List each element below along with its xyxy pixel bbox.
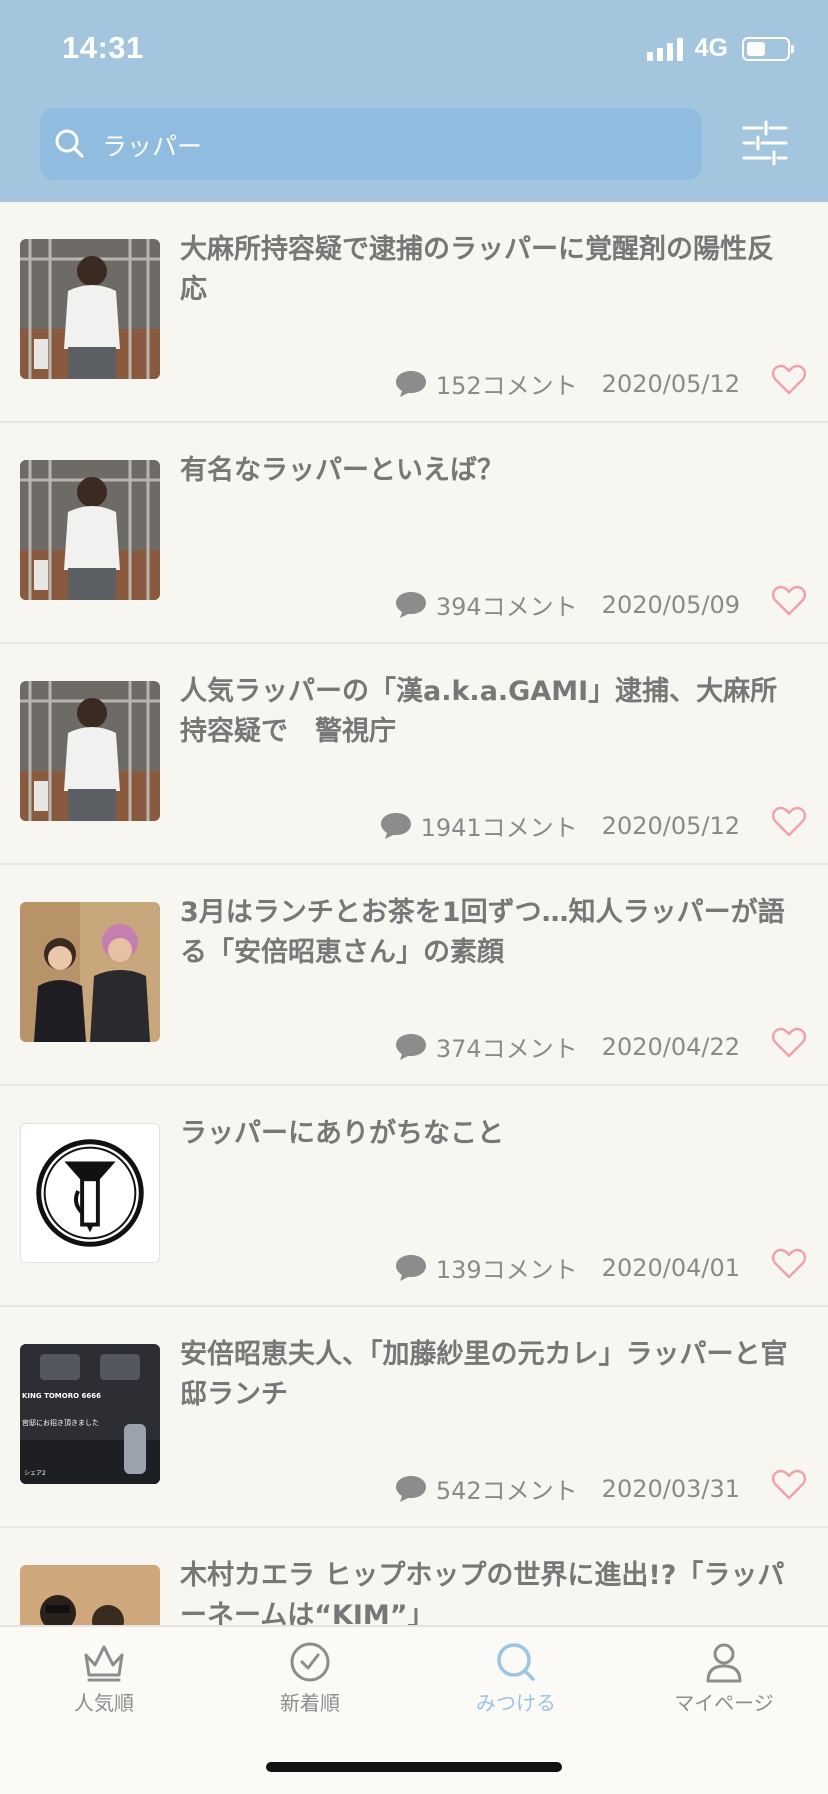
article-thumbnail[interactable]: KING TOMORO 6666 官邸にお招き頂きました シェア2 <box>20 1344 160 1484</box>
list-item[interactable]: 大麻所持容疑で逮捕のラッパーに覚醒剤の陽性反応 152コメント 2020/05/… <box>0 202 828 423</box>
heart-icon[interactable] <box>772 585 806 617</box>
article-thumbnail[interactable] <box>20 681 160 821</box>
comment-icon <box>380 812 411 839</box>
heart-icon[interactable] <box>772 1469 806 1501</box>
search-icon <box>55 129 84 158</box>
article-title[interactable]: 大麻所持容疑で逮捕のラッパーに覚醒剤の陽性反応 <box>180 230 800 310</box>
article-title[interactable]: 3月はランチとお茶を1回ずつ…知人ラッパーが語る「安倍昭恵さん」の素顔 <box>180 893 800 973</box>
article-title[interactable]: ラッパーにありがちなこと <box>180 1114 800 1154</box>
comment-icon <box>395 1475 426 1502</box>
article-date: 2020/04/22 <box>601 1032 740 1061</box>
comment-count: 374コメント <box>435 1035 578 1063</box>
comment-count: 139コメント <box>435 1256 578 1284</box>
article-meta: 1941コメント 2020/05/12 <box>379 808 740 843</box>
article-title[interactable]: 有名なラッパーといえば？ <box>180 451 800 491</box>
heart-icon[interactable] <box>772 1027 806 1059</box>
battery-icon <box>742 36 794 61</box>
article-date: 2020/04/01 <box>601 1253 740 1282</box>
tab-label: 新着順 <box>280 1691 340 1715</box>
tab-label: 人気順 <box>74 1691 134 1715</box>
article-date: 2020/05/09 <box>601 590 740 619</box>
article-title[interactable]: 人気ラッパーの「漢a.k.a.GAMI」逮捕、大麻所持容疑で 警視庁 <box>180 672 800 752</box>
tab-discover[interactable]: みつける <box>436 1641 596 1716</box>
article-date: 2020/05/12 <box>601 369 740 398</box>
article-meta: 394コメント 2020/05/09 <box>394 587 740 622</box>
search-bar[interactable] <box>40 108 702 180</box>
list-item[interactable]: 人気ラッパーの「漢a.k.a.GAMI」逮捕、大麻所持容疑で 警視庁 1941コ… <box>0 644 828 865</box>
comment-icon <box>395 1254 426 1281</box>
heart-icon[interactable] <box>772 1248 806 1280</box>
comment-icon <box>395 591 426 618</box>
crown-icon <box>84 1645 124 1682</box>
signal-icon <box>646 37 683 61</box>
tab-newest[interactable]: 新着順 <box>230 1641 390 1716</box>
list-item[interactable]: ラッパーにありがちなこと 139コメント 2020/04/01 <box>0 1086 828 1307</box>
article-thumbnail[interactable] <box>20 239 160 379</box>
article-thumbnail[interactable] <box>20 902 160 1042</box>
list-item[interactable]: 3月はランチとお茶を1回ずつ…知人ラッパーが語る「安倍昭恵さん」の素顔 374コ… <box>0 865 828 1086</box>
person-icon <box>706 1643 742 1683</box>
home-indicator[interactable] <box>266 1762 562 1772</box>
network-label: 4G <box>694 34 728 62</box>
heart-icon[interactable] <box>772 806 806 838</box>
article-title[interactable]: 木村カエラ ヒップホップの世界に進出!?「ラッパーネームは“KIM”」 <box>180 1556 800 1636</box>
article-meta: 542コメント 2020/03/31 <box>394 1471 740 1506</box>
article-meta: 139コメント 2020/04/01 <box>394 1250 740 1285</box>
article-list: 大麻所持容疑で逮捕のラッパーに覚醒剤の陽性反応 152コメント 2020/05/… <box>0 202 828 1749</box>
comment-count: 152コメント <box>435 372 578 400</box>
tab-popular[interactable]: 人気順 <box>24 1641 184 1716</box>
status-time: 14:31 <box>62 30 144 65</box>
comment-icon <box>395 370 426 397</box>
search-input[interactable] <box>100 122 664 168</box>
article-date: 2020/03/31 <box>601 1474 740 1503</box>
comment-icon <box>395 1033 426 1060</box>
article-thumbnail[interactable] <box>20 1123 160 1263</box>
heart-icon[interactable] <box>772 364 806 396</box>
article-meta: 152コメント 2020/05/12 <box>394 366 740 401</box>
list-item[interactable]: KING TOMORO 6666 官邸にお招き頂きました シェア2 安倍昭恵夫人… <box>0 1307 828 1528</box>
header: 14:31 4G <box>0 0 828 202</box>
article-thumbnail[interactable] <box>20 460 160 600</box>
trumpet-logo <box>21 1124 159 1262</box>
comment-count: 1941コメント <box>420 814 578 842</box>
comment-count: 542コメント <box>435 1477 578 1505</box>
comment-count: 394コメント <box>435 593 578 621</box>
tab-label: マイページ <box>674 1691 774 1715</box>
tab-mypage[interactable]: マイページ <box>644 1641 804 1716</box>
clock-icon <box>290 1642 330 1682</box>
list-item[interactable]: 有名なラッパーといえば？ 394コメント 2020/05/09 <box>0 423 828 644</box>
thumb-caption: KING TOMORO 6666 <box>22 1392 101 1400</box>
filter-settings-icon[interactable] <box>740 118 790 168</box>
article-meta: 374コメント 2020/04/22 <box>394 1029 740 1064</box>
article-title[interactable]: 安倍昭恵夫人、「加藤紗里の元カレ」ラッパーと官邸ランチ <box>180 1335 800 1415</box>
thumb-caption: 官邸にお招き頂きました <box>22 1419 99 1427</box>
article-date: 2020/05/12 <box>601 811 740 840</box>
search-icon <box>497 1643 535 1681</box>
status-indicators: 4G <box>646 34 794 63</box>
tab-label: みつける <box>476 1691 556 1715</box>
thumb-caption: シェア2 <box>24 1470 46 1477</box>
